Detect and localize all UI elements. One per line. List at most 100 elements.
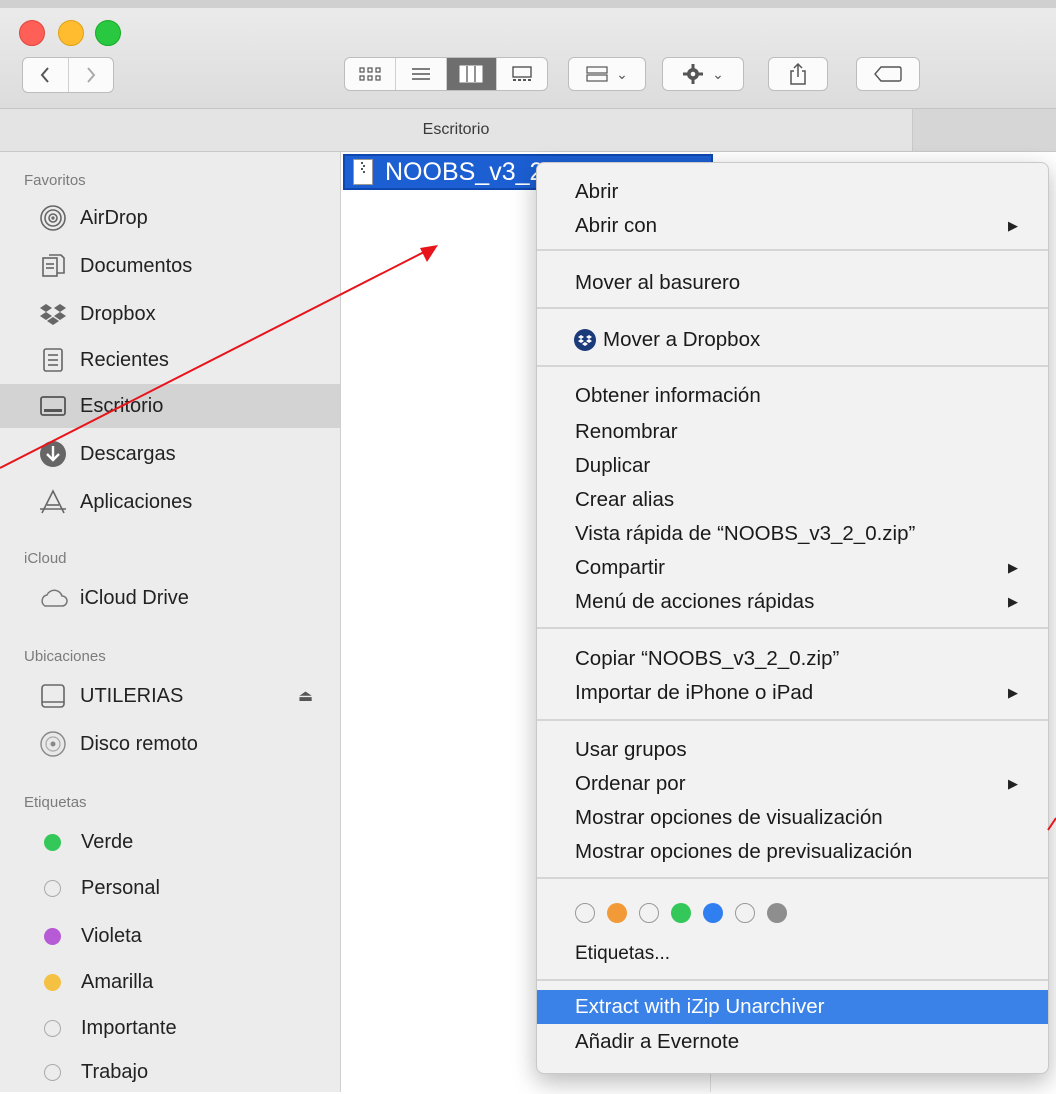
menu-item-label: Abrir con (575, 214, 658, 237)
sidebar-item-icloud-drive[interactable]: iCloud Drive (0, 576, 340, 620)
view-mode-group (344, 57, 548, 91)
locations-header: Ubicaciones (24, 648, 106, 665)
tag-color-orange[interactable] (607, 903, 627, 923)
submenu-arrow-icon: ▶ (1008, 218, 1018, 233)
sidebar-item-label: Escritorio (80, 394, 164, 417)
menu-item-crear-alias[interactable]: Crear alias (537, 483, 1048, 517)
yellow-tag-dot (44, 973, 61, 991)
column-view-button[interactable] (445, 58, 497, 90)
menu-item-label: Importar de iPhone o iPad (575, 681, 814, 704)
sidebar-item-escritorio[interactable]: Escritorio (0, 384, 340, 428)
menu-item-copiar[interactable]: Copiar “NOOBS_v3_2_0.zip” (537, 642, 1048, 676)
icloud-header: iCloud (24, 550, 67, 567)
chevron-left-icon (40, 67, 50, 83)
menu-item-importar-iphone[interactable]: Importar de iPhone o iPad ▶ (537, 676, 1048, 710)
menu-item-ordenar-por[interactable]: Ordenar por ▶ (537, 767, 1048, 801)
list-view-button[interactable] (394, 58, 446, 90)
icon-view-button[interactable] (345, 58, 395, 90)
sidebar-item-disco-remoto[interactable]: Disco remoto (0, 722, 340, 766)
downloads-icon (38, 439, 68, 469)
sidebar-tag-importante[interactable]: Importante (0, 1006, 340, 1050)
sidebar-item-utilerias[interactable]: UTILERIAS ⏏ (0, 674, 340, 718)
submenu-arrow-icon: ▶ (1008, 560, 1018, 575)
menu-separator (537, 365, 1048, 367)
sidebar-item-documentos[interactable]: Documentos (0, 244, 340, 288)
sidebar-item-airdrop[interactable]: AirDrop (0, 196, 340, 240)
menu-item-opciones-previsualizacion[interactable]: Mostrar opciones de previsualización (537, 835, 1048, 869)
menu-separator (537, 877, 1048, 879)
menu-item-label: Mostrar opciones de visualización (575, 806, 883, 829)
back-forward-group (22, 57, 114, 93)
sidebar: Favoritos AirDrop Documentos Dropbox Rec… (0, 152, 341, 1092)
menu-item-duplicar[interactable]: Duplicar (537, 449, 1048, 483)
sidebar-item-recientes[interactable]: Recientes (0, 338, 340, 382)
sidebar-item-label: Personal (81, 876, 160, 899)
sidebar-item-label: Recientes (80, 348, 169, 371)
tag-color-none[interactable] (639, 903, 659, 923)
menu-item-abrir-con[interactable]: Abrir con ▶ (537, 209, 1048, 243)
sidebar-tag-verde[interactable]: Verde (0, 820, 340, 864)
menu-item-label: Abrir (575, 180, 619, 203)
action-button[interactable]: ⌄ (662, 57, 744, 91)
sidebar-item-label: Importante (81, 1016, 177, 1039)
menu-item-obtener-informacion[interactable]: Obtener información (537, 379, 1048, 413)
favorites-header: Favoritos (24, 172, 86, 189)
empty-tag-dot (44, 1019, 61, 1037)
menu-item-label: Menú de acciones rápidas (575, 590, 815, 613)
tag-color-green[interactable] (671, 903, 691, 923)
menu-item-label: Duplicar (575, 454, 651, 477)
sidebar-tag-amarilla[interactable]: Amarilla (0, 960, 340, 1004)
menu-item-vista-rapida[interactable]: Vista rápida de “NOOBS_v3_2_0.zip” (537, 517, 1048, 551)
minimize-window-button[interactable] (58, 20, 84, 46)
tag-color-none[interactable] (575, 903, 595, 923)
zoom-window-button[interactable] (95, 20, 121, 46)
menu-item-usar-grupos[interactable]: Usar grupos (537, 733, 1048, 767)
menu-item-extract-izip[interactable]: Extract with iZip Unarchiver (537, 990, 1048, 1024)
menu-item-mover-basurero[interactable]: Mover al basurero (537, 266, 1048, 300)
share-button[interactable] (768, 57, 828, 91)
menu-item-anadir-evernote[interactable]: Añadir a Evernote (537, 1025, 1048, 1059)
path-bar: Escritorio (0, 109, 1056, 152)
desktop-icon (38, 391, 68, 421)
menu-separator (537, 249, 1048, 251)
menu-separator (537, 627, 1048, 629)
menu-item-label: Usar grupos (575, 738, 687, 761)
back-button[interactable] (23, 58, 68, 92)
top-strip (0, 0, 1056, 8)
sidebar-item-label: Trabajo (81, 1060, 149, 1083)
menu-item-abrir[interactable]: Abrir (537, 175, 1048, 209)
tag-color-gray[interactable] (767, 903, 787, 923)
dropbox-icon (38, 299, 68, 329)
menu-item-mover-dropbox[interactable]: Mover a Dropbox (537, 323, 1048, 357)
eject-icon[interactable]: ⏏ (298, 686, 313, 706)
tag-color-blue[interactable] (703, 903, 723, 923)
menu-item-label: Ordenar por (575, 772, 686, 795)
green-tag-dot (44, 833, 61, 851)
sidebar-item-dropbox[interactable]: Dropbox (0, 292, 340, 336)
menu-item-etiquetas[interactable]: Etiquetas... (537, 937, 1048, 971)
menu-tag-colors (575, 903, 799, 923)
sidebar-item-label: Disco remoto (80, 732, 198, 755)
menu-item-renombrar[interactable]: Renombrar (537, 415, 1048, 449)
tag-button[interactable] (856, 57, 920, 91)
gallery-view-button[interactable] (496, 58, 547, 90)
tag-color-none[interactable] (735, 903, 755, 923)
submenu-arrow-icon: ▶ (1008, 594, 1018, 609)
empty-tag-dot (44, 879, 61, 897)
sidebar-tag-violeta[interactable]: Violeta (0, 914, 340, 958)
menu-item-compartir[interactable]: Compartir ▶ (537, 551, 1048, 585)
menu-item-label: Extract with iZip Unarchiver (575, 995, 825, 1018)
sidebar-tag-trabajo[interactable]: Trabajo (0, 1050, 340, 1094)
share-icon (790, 62, 806, 85)
menu-item-label: Copiar “NOOBS_v3_2_0.zip” (575, 647, 840, 670)
menu-item-acciones-rapidas[interactable]: Menú de acciones rápidas ▶ (537, 585, 1048, 619)
menu-item-opciones-visualizacion[interactable]: Mostrar opciones de visualización (537, 801, 1048, 835)
menu-item-label: Mover al basurero (575, 271, 741, 294)
group-by-button[interactable]: ⌄ (568, 57, 646, 91)
forward-button[interactable] (67, 58, 114, 92)
sidebar-item-descargas[interactable]: Descargas (0, 432, 340, 476)
close-window-button[interactable] (19, 20, 45, 46)
sidebar-item-aplicaciones[interactable]: Aplicaciones (0, 480, 340, 524)
sidebar-tag-personal[interactable]: Personal (0, 866, 340, 910)
dropbox-icon (574, 329, 596, 351)
